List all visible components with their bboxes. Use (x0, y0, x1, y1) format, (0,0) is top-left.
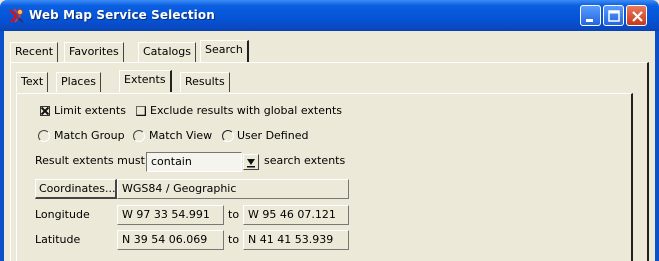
match-group-label: Match Group (54, 129, 125, 142)
tab-search[interactable]: Search (200, 40, 249, 62)
match-view-radio[interactable] (133, 130, 145, 142)
tab-places[interactable]: Places (56, 72, 101, 92)
latitude-label: Latitude (35, 233, 81, 246)
result-extents-select[interactable]: contain (146, 152, 242, 172)
latitude-from-value: N 39 54 06.069 (122, 233, 208, 246)
result-extents-dropdown-button[interactable] (243, 154, 259, 170)
latitude-to-value: N 41 41 53.939 (248, 233, 334, 246)
tab-results[interactable]: Results (180, 72, 230, 92)
window-frame-right (655, 31, 659, 261)
exclude-global-label: Exclude results with global extents (150, 104, 342, 117)
window-frame-left (0, 31, 4, 261)
radio-dot (224, 132, 232, 140)
wms-app-icon (9, 8, 24, 23)
chevron-down-icon (247, 159, 255, 168)
longitude-to-label: to (228, 208, 240, 221)
longitude-to-value: W 95 46 07.121 (248, 208, 336, 221)
radio-dot (135, 132, 143, 140)
tab-catalogs[interactable]: Catalogs (138, 42, 196, 62)
match-view-label: Match View (149, 129, 213, 142)
user-defined-radio[interactable] (222, 130, 234, 142)
limit-extents-label: Limit extents (54, 104, 126, 117)
maximize-button[interactable] (603, 5, 624, 26)
longitude-to-field[interactable]: W 95 46 07.121 (243, 205, 349, 225)
window-title: Web Map Service Selection (29, 8, 215, 22)
close-icon (632, 11, 643, 22)
title-bar[interactable]: Web Map Service Selection (0, 0, 659, 31)
tab-favorites[interactable]: Favorites (64, 42, 124, 62)
coordinate-system-field: WGS84 / Geographic (117, 179, 349, 199)
latitude-from-field[interactable]: N 39 54 06.069 (117, 230, 224, 250)
match-group-radio[interactable] (38, 130, 50, 142)
longitude-label: Longitude (35, 208, 90, 221)
limit-extents-checkbox[interactable] (40, 106, 50, 116)
maximize-icon (608, 10, 620, 22)
longitude-from-value: W 97 33 54.991 (122, 208, 210, 221)
result-extents-suffix: search extents (264, 154, 346, 167)
latitude-to-label: to (228, 233, 240, 246)
radio-dot (40, 132, 48, 140)
user-defined-label: User Defined (237, 129, 309, 142)
tab-recent[interactable]: Recent (10, 42, 59, 62)
coordinates-button[interactable]: Coordinates... (35, 179, 117, 199)
latitude-to-field[interactable]: N 41 41 53.939 (243, 230, 349, 250)
tab-extents[interactable]: Extents (119, 70, 172, 92)
tab-text[interactable]: Text (16, 72, 49, 92)
exclude-global-checkbox[interactable] (136, 106, 146, 116)
result-extents-prefix: Result extents must (35, 154, 145, 167)
minimize-button[interactable] (580, 5, 601, 26)
close-button[interactable] (626, 5, 647, 26)
minimize-icon (586, 19, 593, 22)
longitude-from-field[interactable]: W 97 33 54.991 (117, 205, 224, 225)
